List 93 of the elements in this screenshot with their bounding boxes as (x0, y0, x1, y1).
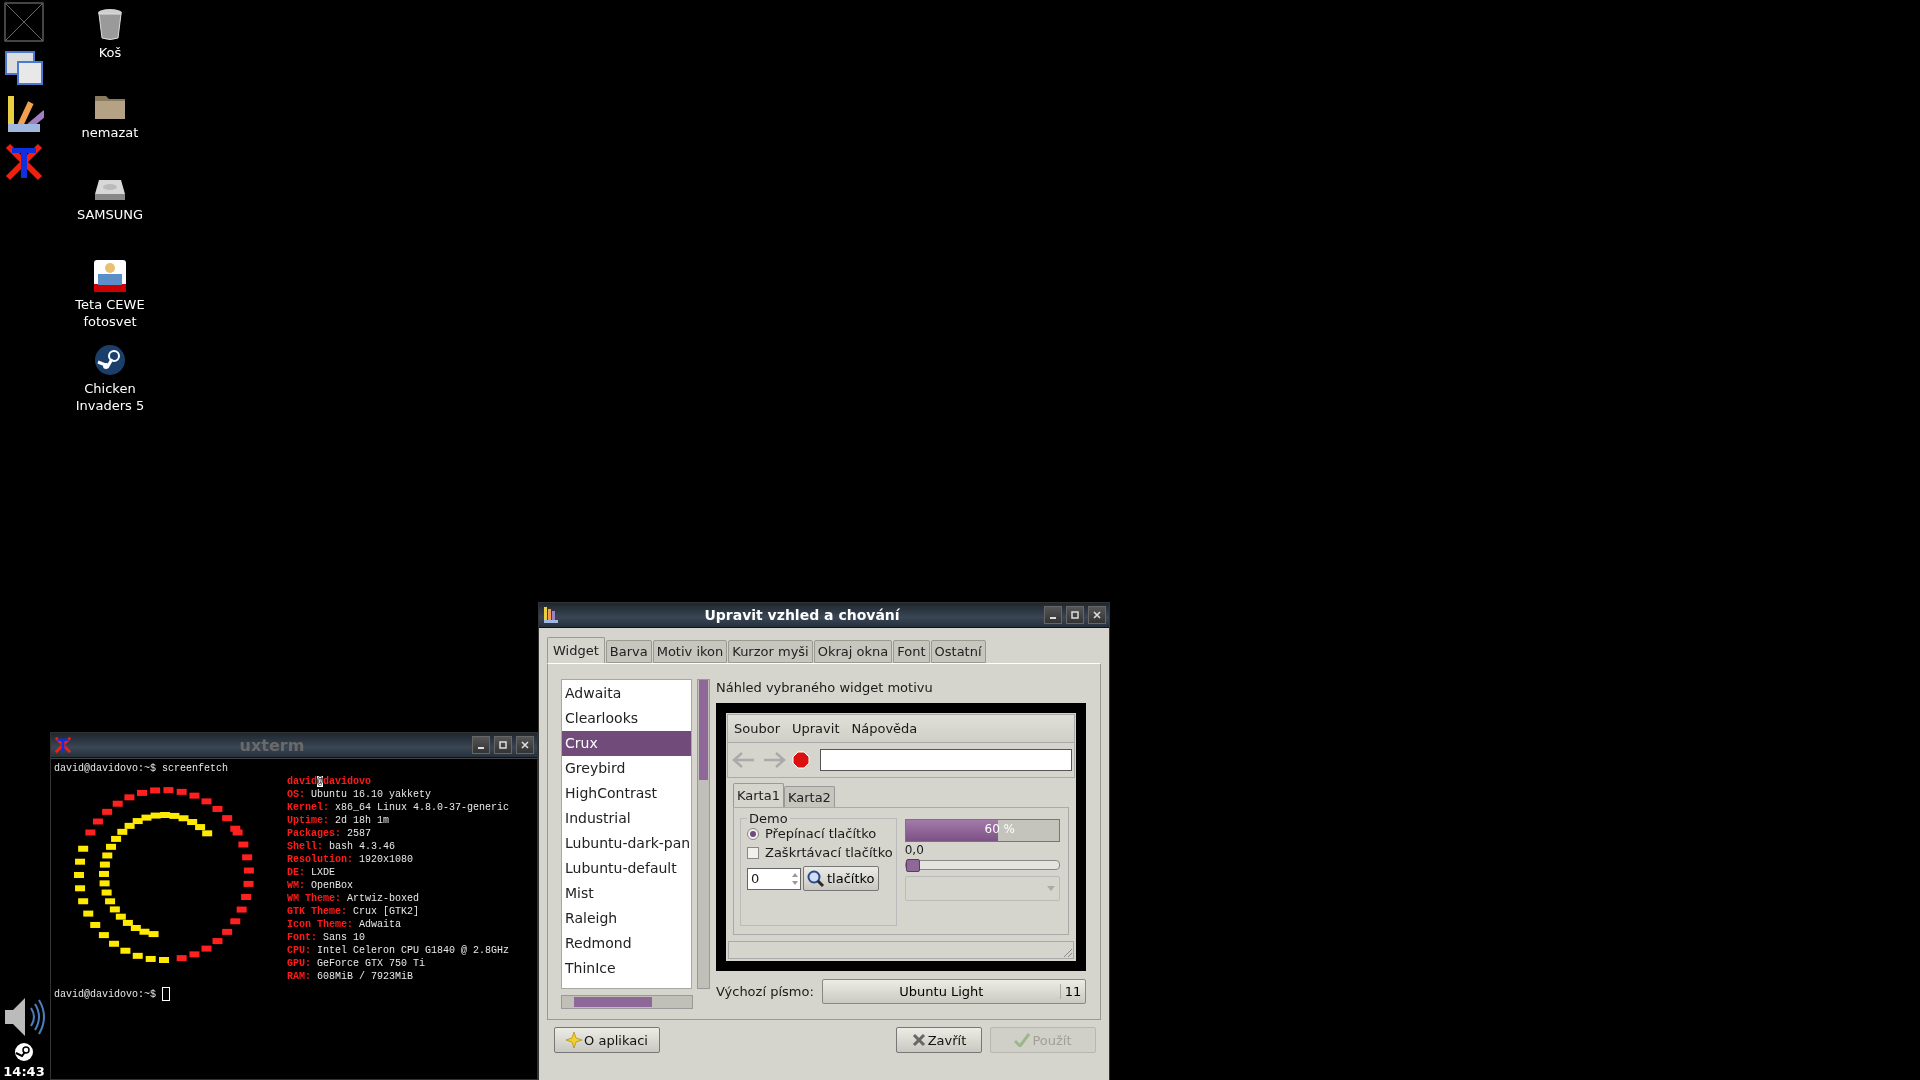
theme-list-item[interactable]: Greybird (562, 756, 691, 781)
desktop-icon-label[interactable]: SAMSUNG (55, 206, 165, 223)
checkbox-label: Zaškrtávací tlačítko (765, 845, 893, 860)
close-button[interactable] (516, 736, 534, 754)
clock[interactable]: 14:43 (3, 1064, 45, 1080)
radio-button[interactable] (747, 827, 759, 840)
tab[interactable]: Ostatní (930, 640, 986, 663)
slider-value: 0,0 (904, 842, 925, 858)
slider-thumb[interactable] (905, 859, 920, 872)
maximize-icon (1071, 611, 1079, 619)
spin-field[interactable]: 0 (747, 867, 801, 890)
search-icon (807, 869, 825, 888)
desktop-icon-label[interactable]: Teta CEWE fotosvet (55, 296, 165, 330)
maximize-button[interactable] (1066, 606, 1084, 624)
terminal-line: GTK Theme: Crux [GTK2] (287, 905, 421, 918)
piston-logo-icon[interactable] (14, 1042, 34, 1062)
window-title: uxterm (238, 735, 306, 755)
theme-list-item[interactable]: Industrial (562, 806, 691, 831)
theme-list-item[interactable]: Raleigh (562, 906, 691, 931)
minimize-button[interactable] (1044, 606, 1062, 624)
tab[interactable]: Okraj okna (813, 640, 893, 663)
theme-list-item[interactable]: Lubuntu-dark-pan (562, 831, 691, 856)
frame-label: Demo (748, 811, 789, 826)
checkmark-icon (1014, 1033, 1031, 1047)
vertical-scrollbar[interactable] (697, 679, 710, 989)
radio-label: Přepínací tlačítko (765, 826, 877, 841)
address-field[interactable] (820, 749, 1072, 771)
stop-icon[interactable] (792, 751, 810, 769)
close-icon (911, 1033, 926, 1047)
theme-list-item[interactable]: Clearlooks (562, 706, 691, 731)
terminal-line: Icon Theme: Adwaita (287, 918, 403, 931)
resize-grip-icon[interactable] (1061, 946, 1073, 958)
maximize-icon (499, 741, 507, 749)
tab[interactable]: Karta2 (783, 786, 835, 807)
close-icon (1093, 611, 1101, 619)
menu-item[interactable]: Nápověda (851, 721, 918, 736)
menu-item[interactable]: Soubor (734, 721, 780, 736)
close-button[interactable] (1088, 606, 1106, 624)
terminal-line: WM: OpenBox (287, 879, 355, 892)
terminal-line: Resolution: 1920x1080 (287, 853, 415, 866)
tab[interactable]: Karta1 (733, 783, 784, 807)
terminal-line: Font: Sans 10 (287, 931, 367, 944)
search-button[interactable]: tlačítko (803, 866, 879, 891)
theme-list-item[interactable]: HighContrast (562, 781, 691, 806)
windows-icon[interactable] (4, 50, 44, 86)
terminal-line: Shell: bash 4.3.46 (287, 840, 397, 853)
piston-logo-icon (94, 344, 126, 376)
window-title: Upravit vzhled a chování (703, 607, 901, 623)
x-logo-icon (4, 142, 44, 182)
empty-window-icon[interactable] (4, 2, 44, 42)
preview-label: Náhled vybraného widget motivu (716, 679, 934, 697)
menu-item[interactable]: Upravit (792, 721, 840, 736)
theme-list-item[interactable]: ThinIce (562, 956, 691, 981)
terminal-line: WM Theme: Artwiz-boxed (287, 892, 421, 905)
trash-icon (95, 8, 125, 40)
theme-list-item[interactable]: Lubuntu-default (562, 856, 691, 881)
terminal-line: OS: Ubuntu 16.10 yakkety (287, 788, 433, 801)
tab[interactable]: Barva (605, 640, 652, 663)
tab[interactable]: Kurzor myši (728, 640, 813, 663)
desktop-icon-label[interactable]: Chicken Invaders 5 (55, 380, 165, 414)
theme-list-item[interactable]: Crux (562, 731, 691, 756)
tab[interactable]: Font (893, 640, 930, 663)
x-logo-icon (54, 736, 72, 754)
font-label: Výchozí písmo: (716, 984, 814, 999)
theme-list-item[interactable]: Adwaita (562, 681, 691, 706)
font-button[interactable]: Ubuntu Light 11 (821, 979, 1086, 1004)
theme-list-item[interactable]: Mist (562, 881, 691, 906)
color-swatches-icon (542, 606, 560, 624)
text-cursor (162, 987, 171, 1001)
desktop-icon-label[interactable]: nemazat (55, 124, 165, 141)
terminal-prompt: david@davidovo:~$ (54, 987, 157, 1001)
about-button[interactable]: O aplikaci (554, 1027, 660, 1053)
close-icon (521, 741, 529, 749)
tab[interactable]: Motiv ikon (652, 640, 728, 663)
checkbox[interactable] (747, 846, 759, 859)
minimize-button[interactable] (472, 736, 490, 754)
terminal-line: Uptime: 2d 18h 1m (287, 814, 391, 827)
terminal-line: DE: LXDE (287, 866, 337, 879)
terminal-line: GPU: GeForce GTX 750 Ti (287, 957, 427, 970)
desktop-icon-label[interactable]: Koš (55, 44, 165, 61)
terminal-line: CPU: Intel Celeron CPU G1840 @ 2.8GHz (287, 944, 510, 957)
terminal-line: RAM: 608MiB / 7923MiB (287, 970, 415, 983)
tab[interactable]: Widget (547, 637, 605, 663)
close-button[interactable]: Zavřít (896, 1027, 982, 1053)
theme-list-item[interactable]: Redmond (562, 931, 691, 956)
terminal-line: Packages: 2587 (287, 827, 373, 840)
horizontal-scrollbar[interactable] (561, 995, 693, 1009)
dropdown-arrow-icon (1047, 885, 1055, 892)
star-icon (566, 1032, 583, 1048)
terminal-line: david@davidovo:~$ screenfetch (54, 762, 230, 775)
terminal-line: Kernel: x86_64 Linux 4.8.0-37-generic (287, 801, 510, 814)
photo-album-icon (94, 260, 126, 292)
maximize-button[interactable] (494, 736, 512, 754)
